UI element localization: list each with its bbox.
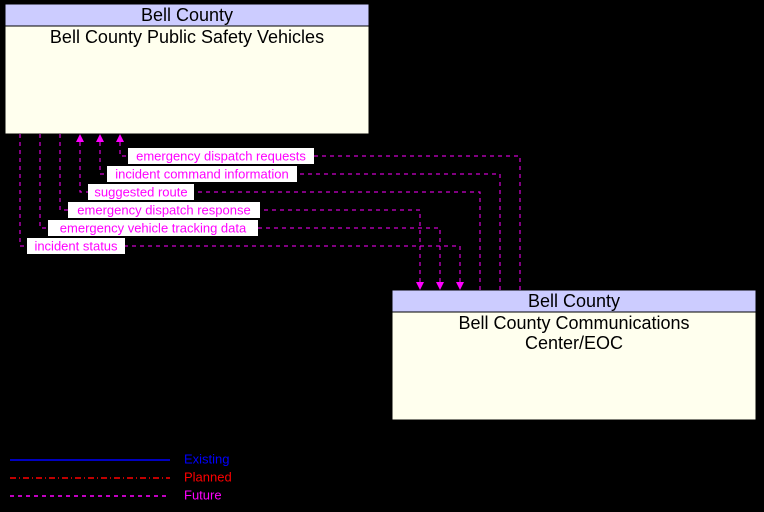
flow-label-suggested-route: suggested route [88,184,194,200]
node-bottom-header: Bell County [528,291,620,311]
node-bottom-title-1: Bell County Communications [458,313,689,333]
node-top-title: Bell County Public Safety Vehicles [50,27,324,47]
node-top-header: Bell County [141,5,233,25]
legend-existing: Existing [10,451,230,466]
node-communications-center: Bell County Bell County Communications C… [392,290,756,420]
flow-label-emergency-vehicle-tracking-data: emergency vehicle tracking data [48,220,258,236]
flow-label-emergency-dispatch-requests: emergency dispatch requests [128,148,314,164]
svg-text:incident command information: incident command information [115,166,288,181]
svg-text:emergency dispatch requests: emergency dispatch requests [136,148,306,163]
legend-future: Future [10,487,222,502]
svg-text:Future: Future [184,487,222,502]
flow-label-emergency-dispatch-response: emergency dispatch response [68,202,260,218]
svg-text:Planned: Planned [184,469,232,484]
svg-text:emergency dispatch response: emergency dispatch response [77,202,250,217]
flow-label-incident-command-information: incident command information [107,166,297,182]
svg-text:emergency vehicle tracking dat: emergency vehicle tracking data [60,220,247,235]
node-public-safety-vehicles: Bell County Bell County Public Safety Ve… [5,4,369,134]
legend: Existing Planned Future [10,451,232,502]
architecture-diagram: Bell County Bell County Public Safety Ve… [0,0,764,512]
node-bottom-title-2: Center/EOC [525,333,623,353]
legend-planned: Planned [10,469,232,484]
svg-text:incident status: incident status [34,238,118,253]
flow-label-incident-status: incident status [27,238,125,254]
svg-text:suggested route: suggested route [94,184,187,199]
svg-text:Existing: Existing [184,451,230,466]
